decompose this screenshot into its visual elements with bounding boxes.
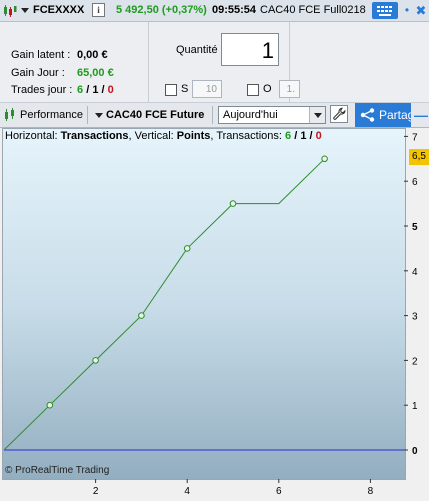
chart-header: Horizontal: Transactions, Vertical: Poin…: [5, 130, 322, 142]
performance-label[interactable]: Performance: [20, 109, 83, 121]
data-point: [229, 200, 237, 207]
header-horizontal: Transactions: [60, 130, 129, 142]
y-tick-label: 5: [412, 222, 418, 233]
header-suffix: , Transactions:: [210, 130, 286, 142]
toolbar-divider: [87, 106, 88, 124]
share-label: Partag: [379, 108, 411, 122]
header-tx-loss: 0: [315, 130, 322, 142]
x-tick-label: 6: [276, 486, 282, 497]
gain-latent-value: 0,00 €: [77, 49, 108, 61]
minimize-icon[interactable]: —: [413, 103, 429, 127]
period-value: Aujourd'hui: [223, 109, 278, 121]
gain-latent-label: Gain latent :: [11, 49, 71, 61]
y-tick-label: 6: [412, 177, 418, 188]
title-bar: FCEXXXX i 5 492,50 (+0,37%) 09:55:54 CAC…: [0, 0, 429, 22]
objective-label: O: [263, 83, 272, 95]
header-vertical: Points: [176, 130, 211, 142]
gain-jour-label: Gain Jour :: [11, 67, 65, 79]
data-point: [46, 401, 54, 409]
performance-icon: [5, 108, 14, 121]
ticker-dropdown-icon[interactable]: [21, 8, 29, 13]
last-value-label: 6,5: [409, 149, 429, 165]
stop-value-input[interactable]: 10: [192, 80, 222, 98]
header-prefix: Horizontal:: [5, 130, 61, 142]
instrument-name: CAC40 FCE Full0218 Fu: [260, 4, 368, 16]
instrument-dropdown-icon[interactable]: [95, 113, 103, 118]
y-tick-label: 3: [412, 312, 418, 323]
share-button[interactable]: Partag: [355, 103, 411, 127]
objective-checkbox[interactable]: [247, 84, 259, 96]
data-point: [183, 245, 191, 252]
performance-chart: 0 1 2 3 4 5 6 7 2 4 6 8: [3, 132, 418, 497]
copyright-text: © ProRealTime Trading: [5, 465, 110, 476]
clock-time: 09:55:54: [212, 4, 257, 16]
gain-jour-value: 65,00 €: [77, 67, 114, 79]
header-tx-sep: /: [306, 130, 316, 142]
chevron-down-icon[interactable]: [309, 107, 325, 123]
panel-divider: [148, 22, 149, 102]
data-point: [321, 155, 328, 163]
x-tick-label: 8: [368, 486, 374, 497]
toolbar-divider: [212, 106, 213, 124]
header-middle: , Vertical:: [128, 130, 177, 142]
keyboard-icon[interactable]: [372, 2, 398, 19]
x-tick-label: 4: [184, 486, 190, 497]
y-tick-label: 7: [412, 132, 418, 143]
y-tick-label: 2: [412, 356, 418, 367]
y-tick-label: 0: [412, 446, 418, 457]
pin-icon[interactable]: •: [401, 2, 413, 19]
candlestick-icon: [4, 5, 17, 17]
stop-checkbox[interactable]: [165, 84, 177, 96]
trades-separator: /: [86, 84, 90, 96]
trades-separator: /: [101, 84, 105, 96]
price-change: 5 492,50 (+0,37%): [116, 4, 207, 16]
objective-value-input[interactable]: 1.: [279, 80, 300, 98]
x-tick-label: 2: [93, 486, 99, 497]
y-tick-label: 1: [412, 401, 418, 412]
trades-win: 1: [92, 84, 99, 96]
share-icon: [360, 108, 375, 122]
info-icon[interactable]: i: [92, 3, 105, 17]
quantity-input[interactable]: 1: [221, 33, 279, 66]
quantite-label: Quantité: [176, 44, 218, 56]
trades-jour-value: 6 / 1 / 0: [77, 84, 114, 96]
y-tick-label: 4: [412, 267, 418, 278]
trades-jour-label: Trades jour :: [11, 84, 73, 96]
ticker-label[interactable]: FCEXXXX: [33, 4, 84, 16]
trades-total: 6: [77, 84, 84, 96]
trades-loss: 0: [107, 84, 114, 96]
close-icon[interactable]: ✖: [415, 2, 427, 19]
wrench-icon[interactable]: [330, 105, 348, 123]
period-select[interactable]: Aujourd'hui: [218, 106, 326, 124]
instrument-selector[interactable]: CAC40 FCE Future: [106, 109, 204, 121]
data-point: [92, 357, 99, 364]
data-point: [138, 312, 145, 319]
stop-label: S: [181, 83, 189, 95]
header-tx-sep: /: [291, 130, 301, 142]
order-panel: Gain latent : 0,00 € Gain Jour : 65,00 €…: [0, 22, 429, 103]
